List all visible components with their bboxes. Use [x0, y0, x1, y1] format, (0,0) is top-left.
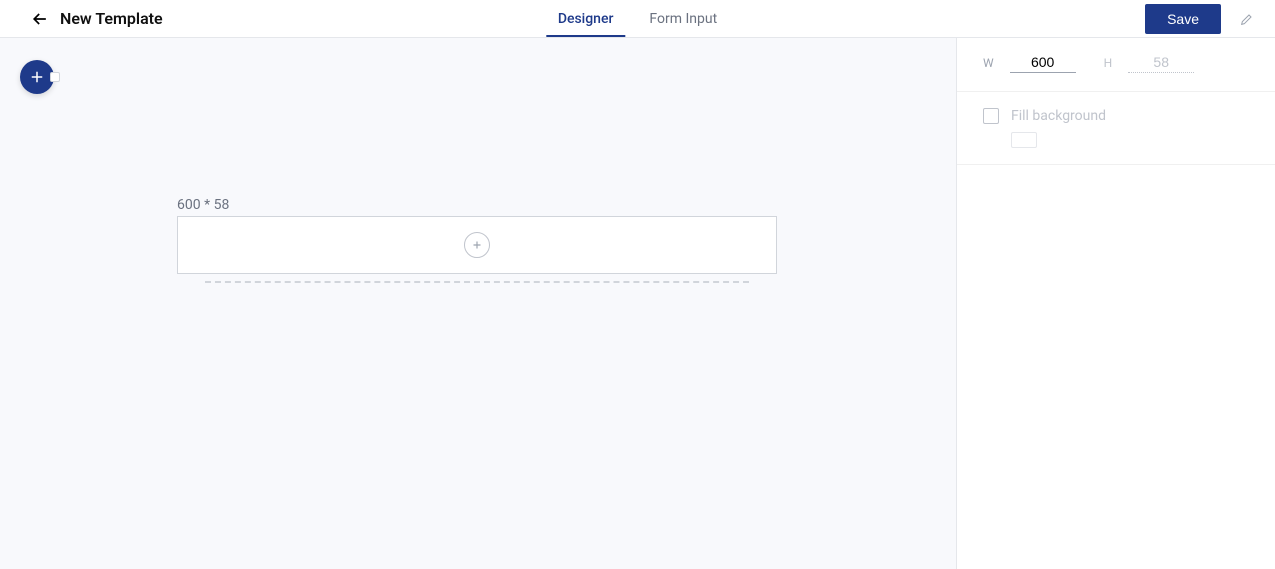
edit-name-button[interactable]	[1239, 11, 1255, 27]
add-element-button[interactable]	[20, 60, 54, 94]
tab-form-input[interactable]: Form Input	[649, 0, 717, 37]
width-label: W	[983, 56, 994, 70]
template-box[interactable]	[177, 216, 777, 274]
height-input	[1128, 52, 1194, 73]
plus-icon	[28, 68, 46, 86]
dimension-row: W H	[957, 52, 1275, 92]
fill-color-swatch[interactable]	[1011, 132, 1037, 148]
save-button[interactable]: Save	[1145, 4, 1221, 34]
tab-designer[interactable]: Designer	[558, 0, 614, 37]
arrow-left-icon	[30, 9, 50, 29]
fill-background-checkbox[interactable]	[983, 108, 999, 124]
back-button[interactable]	[30, 9, 50, 29]
body: 600 * 58 W H Fill background	[0, 38, 1275, 569]
tabs: Designer Form Input	[558, 0, 717, 37]
fill-row: Fill background	[957, 92, 1275, 165]
width-field: W	[983, 52, 1076, 73]
pencil-icon	[1239, 11, 1255, 27]
plus-circle-icon	[470, 238, 484, 252]
width-input[interactable]	[1010, 52, 1076, 73]
guide-line	[205, 281, 749, 283]
properties-panel: W H Fill background	[957, 38, 1275, 569]
canvas[interactable]: 600 * 58	[0, 38, 957, 569]
height-field: H	[1104, 52, 1195, 73]
fill-background-label: Fill background	[1011, 108, 1106, 124]
header-actions: Save	[1145, 4, 1255, 34]
canvas-dim-label: 600 * 58	[177, 197, 229, 213]
add-slot-button[interactable]	[464, 232, 490, 258]
height-label: H	[1104, 56, 1113, 70]
page-title: New Template	[60, 9, 163, 28]
header: New Template Designer Form Input Save	[0, 0, 1275, 38]
